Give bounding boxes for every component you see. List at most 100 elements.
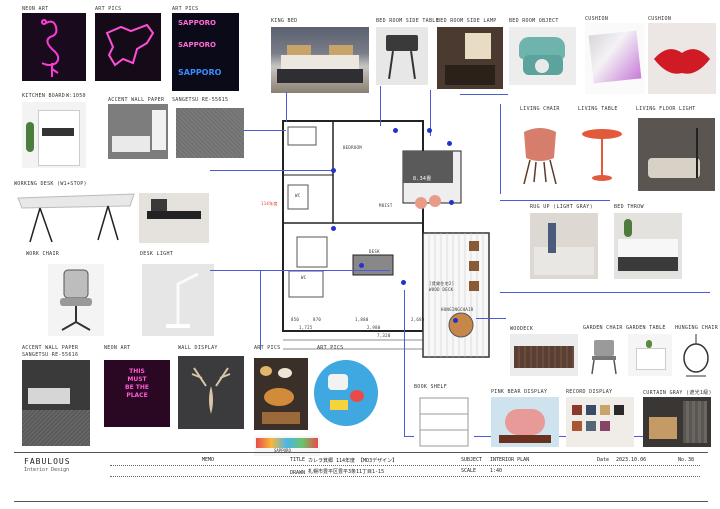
hanging-chair-icon [683, 334, 709, 377]
connector-line [500, 200, 610, 201]
title-value: カレラ箕郷 114年度 【MD3デザイン】 [308, 458, 398, 464]
label-king-bed: KING BED [271, 18, 298, 24]
label-cushion: CUSHION [585, 16, 609, 22]
plan-marker-dot [449, 200, 454, 205]
living-chair-image [512, 118, 568, 188]
garden-chair-image [586, 334, 622, 376]
book-shelf-image [414, 392, 474, 450]
bedroom-wall-image [22, 360, 90, 410]
neon-text: SAPPORO [178, 41, 217, 49]
title-block: FABULOUS Interior Design MEMO TITLE カレラ箕… [14, 452, 708, 502]
moodboard: NEON ART ART PICS ART PICS KING BED BED … [0, 0, 720, 509]
plan-dimension: 850 [291, 317, 300, 322]
scale-label: SCALE [461, 468, 477, 474]
memo-label: MEMO [202, 457, 215, 463]
plan-room-label: [賃貸住宅2] WOOD DECK [429, 281, 455, 292]
label-pink-bear-display: PINK BEAR DISPLAY [491, 389, 548, 395]
connector-line [210, 170, 332, 171]
floor-plan: BEDROOM WC DESK MOIST WC [賃貸住宅2] WOOD DE… [261, 115, 501, 363]
woodeck-image [510, 334, 578, 376]
number-label: No. [678, 457, 688, 463]
plan-dimension: 870 [313, 317, 322, 322]
label-desk-light: DESK LIGHT [140, 251, 174, 257]
neon-text: SAPPORO [178, 68, 222, 77]
label-working-desk: WORKING DESK (W1+STOP) [14, 181, 87, 187]
desk-light-image [142, 264, 214, 336]
brand-subtitle: Interior Design [24, 467, 70, 473]
record-display-image [566, 397, 634, 447]
neon-sapporo-image: SAPPORO SAPPORO SAPPORO [172, 13, 239, 91]
wallpaper-swatch [22, 410, 90, 446]
bed-throw-image [614, 213, 682, 279]
label-book-shelf: BOOK SHELF [414, 384, 448, 390]
neon-flamingo-image [22, 13, 86, 81]
accent-wall-image [108, 104, 168, 159]
desk-icon [17, 193, 135, 243]
plan-room-label: DESK [369, 249, 380, 254]
label-cushion: CUSHION [648, 16, 672, 22]
plan-room-label: WC [295, 193, 301, 198]
neon-sign-image: THIS MUST BE THE PLACE [104, 360, 170, 427]
hanging-chair-image [676, 334, 716, 378]
label-rug: RUG UP (LIGHT GRAY) [530, 204, 593, 210]
label-sangetsu: SANGETSU RE-55616 [22, 352, 79, 358]
title-label: TITLE [290, 457, 306, 463]
label-bedroom-object: BED ROOM OBJECT [509, 18, 559, 24]
brand-name: FABULOUS [24, 457, 71, 466]
connector-line [404, 290, 405, 436]
label-sangetsu: SANGETSU RE-55615 [172, 97, 229, 103]
plan-dimension: 2,680 [411, 317, 425, 322]
wallpaper-swatch [176, 108, 244, 158]
label-kitchen-board: KITCHEN BOARD [22, 93, 66, 99]
divider-dotted [110, 476, 700, 478]
office-chair-icon [60, 269, 92, 331]
living-floor-light-image [638, 118, 715, 191]
plan-dimension: 1,880 [355, 317, 369, 322]
chair-icon [523, 128, 557, 185]
divider-dotted [110, 465, 700, 467]
label-woodeck: WOODECK [510, 326, 534, 332]
art-food-image [254, 358, 308, 430]
garden-table-image [628, 334, 672, 376]
subject-label: SUBJECT [461, 457, 483, 463]
side-lamp-image [437, 27, 503, 89]
plan-dimension: 7,320 [377, 333, 391, 338]
label-living-floor-light: LIVING FLOOR LIGHT [636, 106, 696, 112]
plan-room-label: MOIST [379, 203, 393, 208]
round-table-icon [582, 129, 622, 181]
label-neon-art: NEON ART [104, 345, 131, 351]
number-value: 38 [688, 457, 695, 463]
label-accent-wall-paper: ACCENT WALL PAPER [22, 345, 79, 351]
plan-marker-dot [331, 226, 336, 231]
label-neon-art: NEON ART [22, 6, 49, 12]
plan-marker-dot [447, 141, 452, 146]
lamp-icon [166, 272, 199, 328]
connector-line [260, 270, 261, 350]
connector-line [380, 86, 381, 126]
plan-marker-dot [359, 263, 364, 268]
date-label: Date [597, 457, 610, 463]
plan-dimension: 1,725 [299, 325, 313, 330]
lips-icon [654, 49, 710, 74]
garden-chair-icon [591, 340, 617, 375]
plan-dimension: 2,980 [367, 325, 381, 330]
connector-line [210, 270, 390, 271]
side-table-image [376, 27, 428, 85]
pink-bear-image [491, 397, 559, 447]
connector-line [500, 292, 710, 293]
plan-hanging-chair-label: HungingChair [441, 307, 474, 312]
shelf-icon [419, 397, 469, 447]
label-garden-chair: GARDEN CHAIR [583, 325, 623, 331]
address-value: 札幌市豊平区豊平3条11丁目1-15 [308, 469, 385, 475]
label-kitchen-board-size: W:1050 [66, 93, 86, 99]
plan-marker-dot [401, 280, 406, 285]
neon-text: SAPPORO [178, 19, 217, 27]
label-garden-table: GARDEN TABLE [626, 325, 666, 331]
connector-line [460, 94, 508, 95]
desk-setup-image [139, 193, 209, 243]
label-bed-throw: BED THROW [614, 204, 644, 210]
label-living-chair: LIVING CHAIR [520, 106, 560, 112]
neon-hokkaido-image [95, 13, 161, 81]
king-bed-image [271, 27, 369, 93]
neon-text: THIS MUST BE THE PLACE [125, 368, 149, 399]
